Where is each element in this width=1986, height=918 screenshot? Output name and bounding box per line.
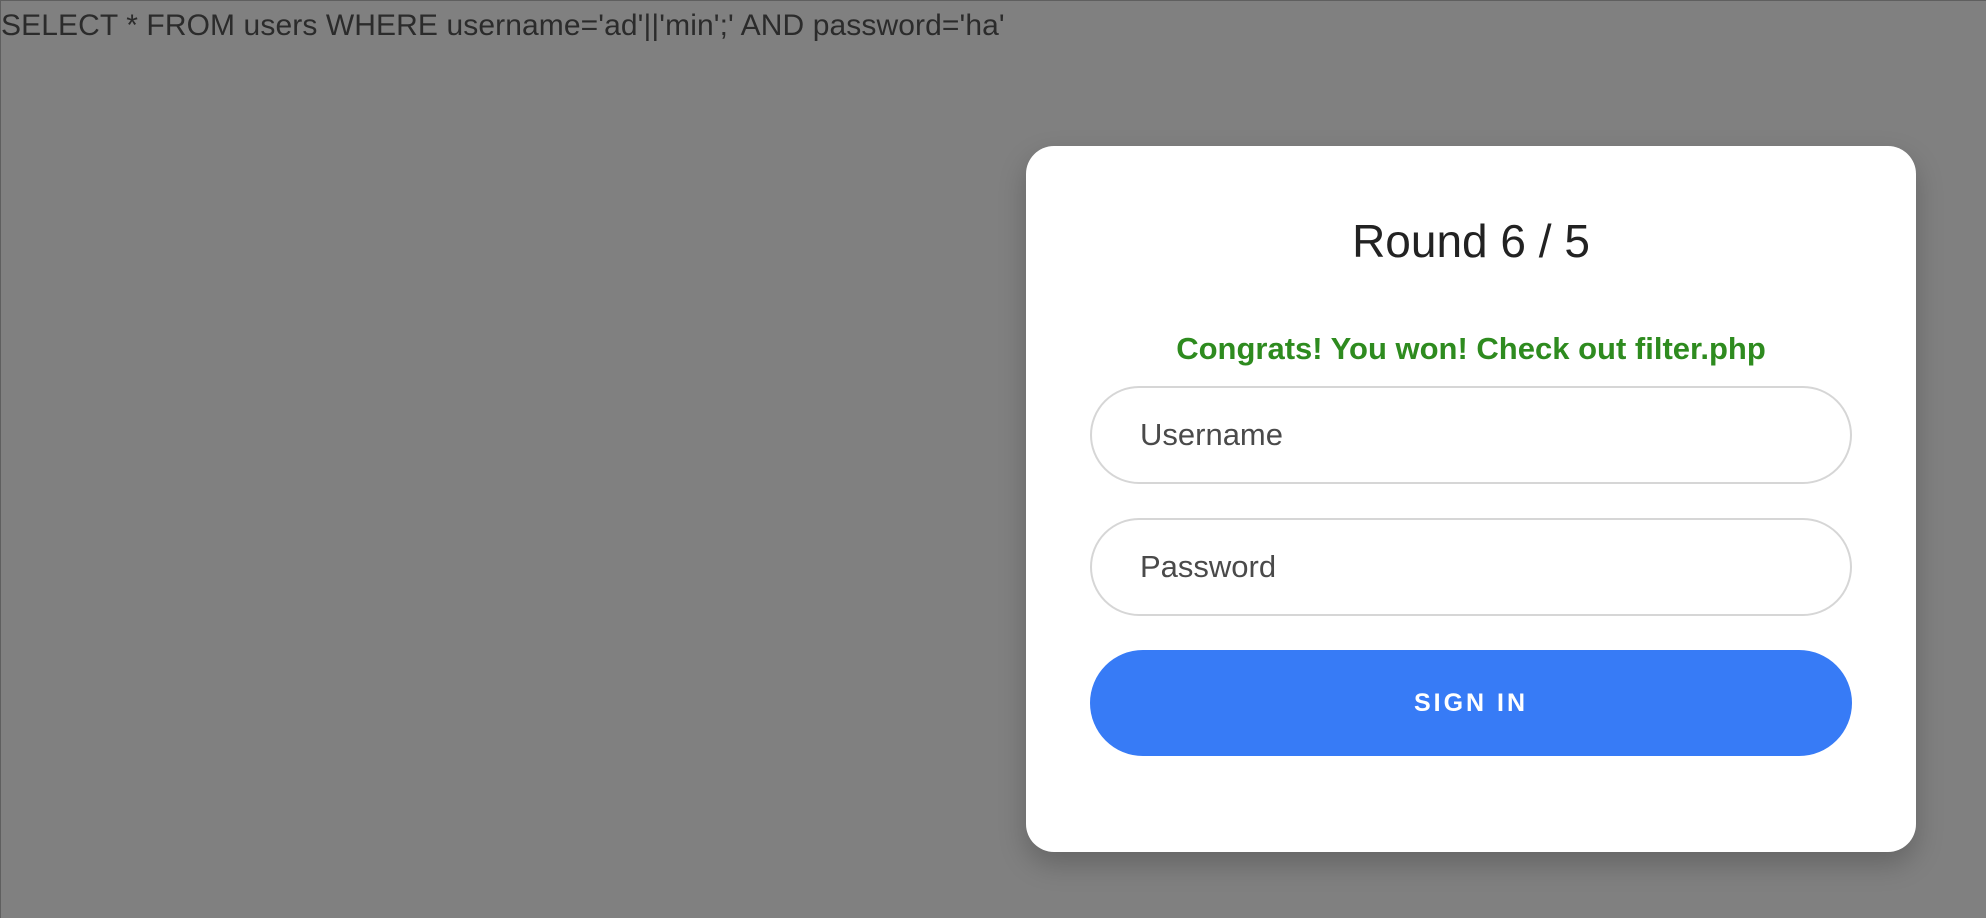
password-input[interactable] [1090,518,1852,616]
username-input[interactable] [1090,386,1852,484]
round-title: Round 6 / 5 [1352,215,1590,267]
success-message: Congrats! You won! Check out filter.php [1176,331,1766,366]
sql-query-text: SELECT * FROM users WHERE username='ad'|… [1,9,1005,42]
sign-in-button[interactable]: SIGN IN [1090,650,1852,756]
login-card: Round 6 / 5 Congrats! You won! Check out… [1026,146,1916,852]
